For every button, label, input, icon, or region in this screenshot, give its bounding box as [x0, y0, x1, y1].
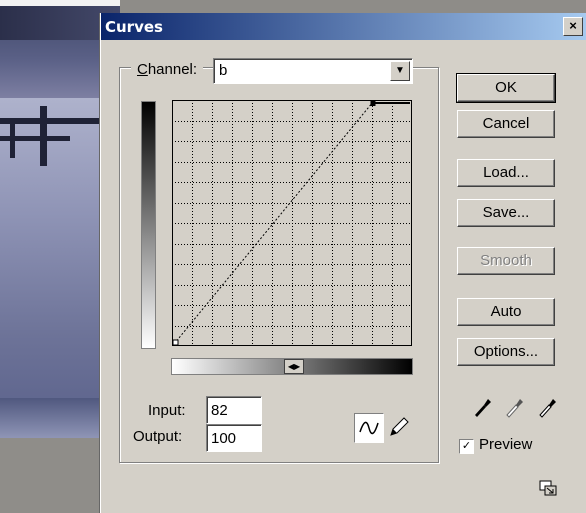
- preview-label: Preview: [479, 436, 533, 453]
- input-field-box[interactable]: [206, 396, 263, 424]
- cancel-button[interactable]: Cancel: [457, 110, 555, 138]
- curve-tool-button[interactable]: [354, 413, 384, 443]
- title-bar[interactable]: Curves ×: [101, 13, 586, 40]
- channel-label: Channel:: [131, 61, 204, 78]
- load-button[interactable]: Load...: [457, 159, 555, 187]
- pencil-tool-button[interactable]: [387, 415, 411, 439]
- save-button[interactable]: Save...: [457, 199, 555, 227]
- output-field[interactable]: [207, 425, 263, 451]
- options-button[interactable]: Options...: [457, 338, 555, 366]
- curve-tool-icon: [359, 421, 379, 435]
- white-eyedropper-icon[interactable]: [537, 396, 557, 418]
- smooth-button[interactable]: Smooth: [457, 247, 555, 275]
- checkbox-check-icon[interactable]: ✓: [459, 439, 474, 454]
- output-gradient-bar: [141, 101, 156, 349]
- input-field[interactable]: [207, 397, 263, 423]
- curve-graph[interactable]: [172, 100, 412, 346]
- auto-button[interactable]: Auto: [457, 298, 555, 326]
- expand-icon[interactable]: [539, 480, 557, 496]
- gradient-toggle-button[interactable]: ◀▶: [284, 359, 304, 374]
- output-field-box[interactable]: [206, 424, 263, 452]
- gray-eyedropper-icon[interactable]: [504, 396, 524, 418]
- channel-value: b: [219, 62, 228, 79]
- close-button[interactable]: ×: [563, 17, 583, 36]
- channel-label-text: hannel:: [147, 61, 198, 78]
- window-title: Curves: [105, 18, 163, 36]
- chevron-down-icon[interactable]: ▼: [390, 61, 410, 81]
- channel-select[interactable]: b ▼: [213, 58, 413, 84]
- ok-button[interactable]: OK: [456, 73, 556, 103]
- output-label: Output:: [133, 428, 183, 445]
- curves-dialog: Curves × Channel: b ▼ ◀▶ Input: Output: …: [100, 13, 586, 513]
- curve-point: [172, 339, 179, 346]
- black-eyedropper-icon[interactable]: [472, 396, 492, 418]
- pencil-icon: [390, 417, 409, 436]
- input-label: Input:: [148, 402, 186, 419]
